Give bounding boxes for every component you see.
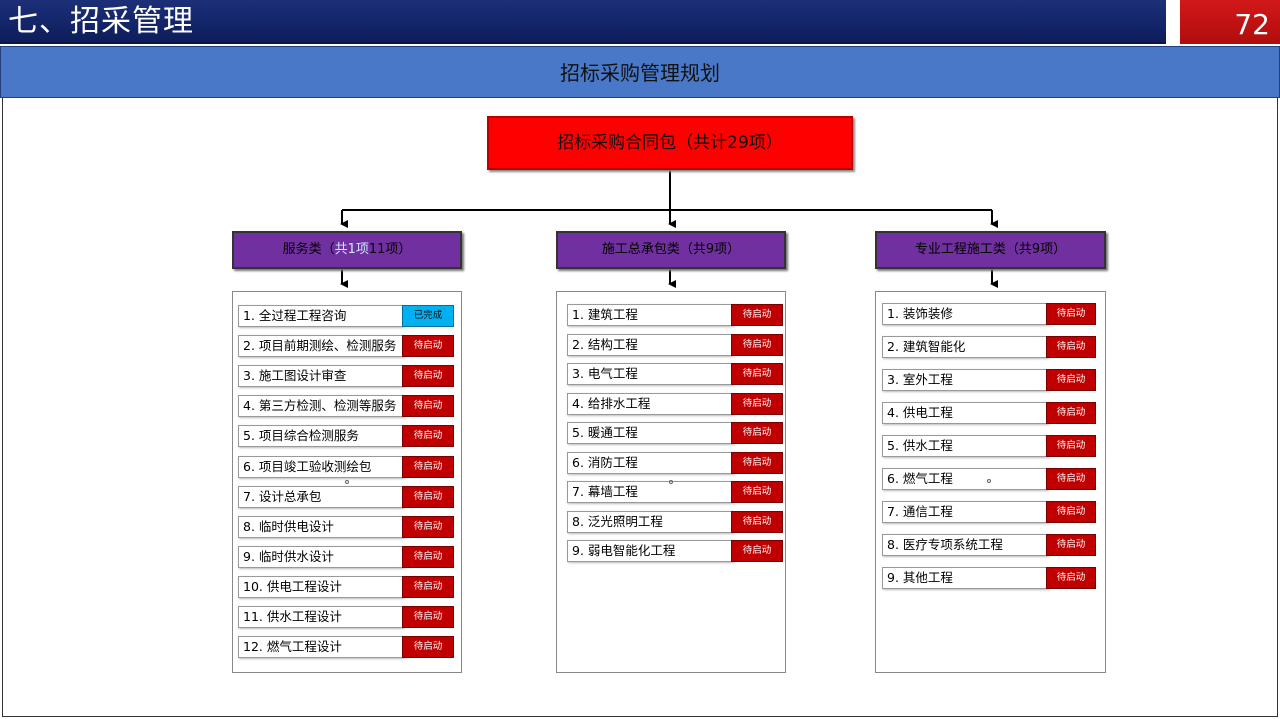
list-item: 8. 临时供电设计 待启动	[238, 516, 454, 538]
item-label: 1. 全过程工程咨询	[238, 305, 404, 327]
item-label: 6. 消防工程	[567, 452, 733, 474]
status-badge: 待启动	[1046, 501, 1096, 523]
list-item: 5. 供水工程 待启动	[882, 435, 1096, 457]
item-label: 3. 室外工程	[882, 369, 1048, 391]
item-label: 2. 建筑智能化	[882, 336, 1048, 358]
status-badge: 待启动	[402, 365, 454, 387]
status-badge: 待启动	[402, 516, 454, 538]
list-item: 9. 弱电智能化工程 待启动	[567, 540, 783, 562]
list-item: 3. 施工图设计审查 待启动	[238, 365, 454, 387]
status-badge: 待启动	[402, 425, 454, 447]
status-badge: 待启动	[402, 395, 454, 417]
status-badge: 待启动	[402, 456, 454, 478]
status-badge: 待启动	[1046, 402, 1096, 424]
status-badge: 已完成	[402, 305, 454, 327]
item-label: 5. 项目综合检测服务	[238, 425, 404, 447]
status-badge: 待启动	[1046, 468, 1096, 490]
list-item: 4. 第三方检测、检测等服务 待启动	[238, 395, 454, 417]
status-badge: 待启动	[402, 606, 454, 628]
item-label: 7. 通信工程	[882, 501, 1048, 523]
list-item: 5. 暖通工程 待启动	[567, 422, 783, 444]
list-item: 10. 供电工程设计 待启动	[238, 576, 454, 598]
item-label: 4. 给排水工程	[567, 393, 733, 415]
list-item: 3. 电气工程 待启动	[567, 363, 783, 385]
item-label: 4. 第三方检测、检测等服务	[238, 395, 404, 417]
item-label: 7. 设计总承包	[238, 486, 404, 508]
item-label: 3. 施工图设计审查	[238, 365, 404, 387]
category-services-count: 11项）	[368, 242, 412, 257]
item-label: 9. 弱电智能化工程	[567, 540, 733, 562]
item-label: 10. 供电工程设计	[238, 576, 404, 598]
item-label: 1. 装饰装修	[882, 303, 1048, 325]
item-label: 9. 临时供水设计	[238, 546, 404, 568]
item-label: 8. 临时供电设计	[238, 516, 404, 538]
list-item: 1. 建筑工程 待启动	[567, 304, 783, 326]
status-badge: 待启动	[402, 636, 454, 658]
item-label: 2. 结构工程	[567, 334, 733, 356]
item-label: 7. 幕墙工程	[567, 481, 733, 503]
list-item: 7. 通信工程 待启动	[882, 501, 1096, 523]
category-services: 服务类（共1项11项）	[232, 231, 462, 269]
status-badge: 待启动	[402, 546, 454, 568]
list-item: 11. 供水工程设计 待启动	[238, 606, 454, 628]
item-label: 12. 燃气工程设计	[238, 636, 404, 658]
status-badge: 待启动	[731, 422, 783, 444]
status-badge: 待启动	[1046, 534, 1096, 556]
item-label: 8. 医疗专项系统工程	[882, 534, 1048, 556]
item-label: 9. 其他工程	[882, 567, 1048, 589]
list-item: 2. 建筑智能化 待启动	[882, 336, 1096, 358]
status-badge: 待启动	[1046, 336, 1096, 358]
status-badge: 待启动	[731, 511, 783, 533]
list-item: 2. 结构工程 待启动	[567, 334, 783, 356]
status-badge: 待启动	[402, 576, 454, 598]
list-item: 6. 项目竣工验收测绘包 待启动	[238, 456, 454, 478]
item-label: 1. 建筑工程	[567, 304, 733, 326]
list-item: 3. 室外工程 待启动	[882, 369, 1096, 391]
status-badge: 待启动	[731, 304, 783, 326]
status-badge: 待启动	[402, 486, 454, 508]
list-item: 1. 全过程工程咨询 已完成	[238, 305, 454, 327]
status-badge: 待启动	[1046, 567, 1096, 589]
category-specialty: 专业工程施工类（共9项）	[875, 231, 1106, 269]
status-badge: 待启动	[731, 452, 783, 474]
category-services-highlight: 共1项	[334, 242, 369, 257]
status-badge: 待启动	[402, 335, 454, 357]
list-item: 4. 供电工程 待启动	[882, 402, 1096, 424]
item-label: 5. 供水工程	[882, 435, 1048, 457]
list-item: 8. 医疗专项系统工程 待启动	[882, 534, 1096, 556]
item-label: 6. 燃气工程	[882, 468, 1048, 490]
list-item: 1. 装饰装修 待启动	[882, 303, 1096, 325]
list-item: 9. 其他工程 待启动	[882, 567, 1096, 589]
status-badge: 待启动	[731, 334, 783, 356]
status-badge: 待启动	[1046, 303, 1096, 325]
item-label: 3. 电气工程	[567, 363, 733, 385]
list-item: 4. 给排水工程 待启动	[567, 393, 783, 415]
item-label: 6. 项目竣工验收测绘包	[238, 456, 404, 478]
status-badge: 待启动	[731, 363, 783, 385]
list-item: 2. 项目前期测绘、检测服务 待启动	[238, 335, 454, 357]
stray-mark	[987, 479, 991, 483]
item-label: 2. 项目前期测绘、检测服务	[238, 335, 404, 357]
status-badge: 待启动	[731, 481, 783, 503]
stray-mark	[669, 480, 673, 484]
stray-mark	[345, 480, 349, 484]
item-label: 4. 供电工程	[882, 402, 1048, 424]
list-item: 5. 项目综合检测服务 待启动	[238, 425, 454, 447]
category-services-label: 服务类（	[282, 242, 335, 257]
item-label: 11. 供水工程设计	[238, 606, 404, 628]
status-badge: 待启动	[1046, 369, 1096, 391]
category-general-contract: 施工总承包类（共9项）	[556, 231, 786, 269]
item-label: 8. 泛光照明工程	[567, 511, 733, 533]
list-item: 6. 消防工程 待启动	[567, 452, 783, 474]
list-item: 7. 设计总承包 待启动	[238, 486, 454, 508]
root-contract-package: 招标采购合同包（共计29项）	[487, 116, 853, 170]
status-badge: 待启动	[731, 540, 783, 562]
status-badge: 待启动	[1046, 435, 1096, 457]
list-item: 7. 幕墙工程 待启动	[567, 481, 783, 503]
list-item: 8. 泛光照明工程 待启动	[567, 511, 783, 533]
status-badge: 待启动	[731, 393, 783, 415]
list-item: 12. 燃气工程设计 待启动	[238, 636, 454, 658]
list-item: 9. 临时供水设计 待启动	[238, 546, 454, 568]
item-label: 5. 暖通工程	[567, 422, 733, 444]
